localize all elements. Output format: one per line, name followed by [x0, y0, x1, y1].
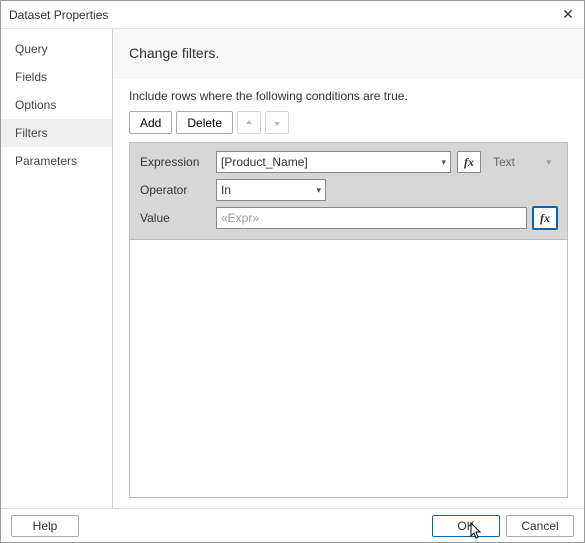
filter-list-area	[129, 240, 568, 498]
main-panel: Change filters. Include rows where the f…	[113, 29, 584, 510]
type-select[interactable]: Text ▾	[487, 151, 557, 173]
expression-label: Expression	[140, 155, 210, 169]
chevron-down-icon: ▾	[546, 157, 551, 168]
sidebar-item-filters[interactable]: Filters	[1, 119, 112, 147]
expression-fx-button[interactable]: fx	[457, 151, 481, 173]
value-fx-button[interactable]: fx	[533, 207, 557, 229]
sidebar: Query Fields Options Filters Parameters	[1, 29, 113, 510]
close-icon[interactable]: ✕	[558, 5, 578, 25]
help-button[interactable]: Help	[11, 515, 79, 537]
delete-button[interactable]: Delete	[176, 111, 233, 134]
operator-value: In	[221, 183, 231, 197]
operator-label: Operator	[140, 183, 210, 197]
expression-value: [Product_Name]	[221, 155, 308, 169]
filter-editor: Expression [Product_Name] ▾ fx Text ▾ Op…	[129, 142, 568, 240]
page-content: Include rows where the following conditi…	[113, 79, 584, 510]
instruction-text: Include rows where the following conditi…	[129, 89, 568, 103]
expression-row: Expression [Product_Name] ▾ fx Text ▾	[140, 151, 557, 173]
window-title: Dataset Properties	[9, 8, 108, 22]
cancel-button[interactable]: Cancel	[506, 515, 574, 537]
page-title: Change filters.	[129, 45, 568, 61]
page-header: Change filters.	[113, 29, 584, 79]
filter-toolbar: Add Delete	[129, 111, 568, 134]
move-down-icon[interactable]	[265, 111, 289, 134]
ok-button[interactable]: OK	[432, 515, 500, 537]
sidebar-item-parameters[interactable]: Parameters	[1, 147, 112, 175]
dialog-footer: Help OK Cancel	[1, 508, 584, 542]
operator-row: Operator In ▾	[140, 179, 557, 201]
sidebar-item-query[interactable]: Query	[1, 35, 112, 63]
add-button[interactable]: Add	[129, 111, 172, 134]
value-placeholder: «Expr»	[221, 211, 259, 225]
type-value: Text	[493, 155, 515, 169]
sidebar-item-options[interactable]: Options	[1, 91, 112, 119]
value-row: Value «Expr» fx	[140, 207, 557, 229]
chevron-down-icon: ▾	[316, 185, 321, 196]
sidebar-item-fields[interactable]: Fields	[1, 63, 112, 91]
chevron-down-icon: ▾	[441, 157, 446, 168]
value-input[interactable]: «Expr»	[216, 207, 527, 229]
dialog-body: Query Fields Options Filters Parameters …	[1, 29, 584, 510]
expression-input[interactable]: [Product_Name] ▾	[216, 151, 451, 173]
value-label: Value	[140, 211, 210, 225]
move-up-icon[interactable]	[237, 111, 261, 134]
titlebar: Dataset Properties ✕	[1, 1, 584, 29]
operator-select[interactable]: In ▾	[216, 179, 326, 201]
